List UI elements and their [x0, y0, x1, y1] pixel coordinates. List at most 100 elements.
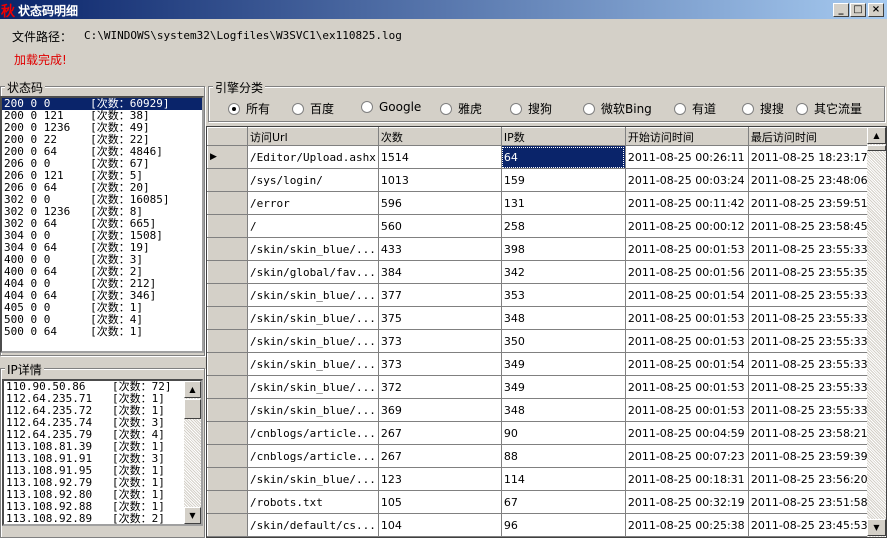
- table-cell[interactable]: 258: [500, 214, 626, 238]
- table-cell[interactable]: 159: [500, 168, 626, 192]
- table-cell[interactable]: 2011-08-25 23:55:33: [747, 329, 875, 353]
- row-header[interactable]: [207, 260, 248, 284]
- engine-radio[interactable]: 其它流量: [796, 100, 862, 117]
- row-header[interactable]: [207, 375, 248, 399]
- row-header[interactable]: [207, 352, 248, 376]
- table-cell[interactable]: 131: [500, 191, 626, 215]
- radio-circle-icon[interactable]: [674, 102, 686, 115]
- row-header[interactable]: [207, 214, 248, 238]
- table-row[interactable]: /skin/skin_blue/... 372 349 2011-08-25 00:0…: [207, 375, 875, 399]
- table-cell[interactable]: 2011-08-25 23:55:33: [747, 352, 875, 376]
- engine-radio[interactable]: 雅虎: [440, 100, 482, 117]
- minimize-button[interactable]: _: [833, 3, 849, 17]
- engine-radio[interactable]: Google: [361, 100, 421, 114]
- table-cell[interactable]: 2011-08-25 23:45:53: [747, 513, 875, 537]
- row-header[interactable]: [207, 237, 248, 261]
- table-row[interactable]: /cnblogs/article... 267 88 2011-08-25 00:07…: [207, 444, 875, 468]
- table-cell[interactable]: 105: [377, 490, 502, 514]
- status-code-item[interactable]: 500 0 64 [次数：1]: [2, 326, 202, 338]
- table-cell[interactable]: /skin/skin_blue/...: [247, 467, 379, 491]
- table-cell[interactable]: 2011-08-25 23:55:33: [747, 283, 875, 307]
- table-cell[interactable]: 67: [500, 490, 626, 514]
- ip-list-scrollbar[interactable]: ▲ ▼: [184, 381, 201, 524]
- data-grid[interactable]: 访问Url 次数 IP数 开始访问时间 最后访问时间 ▶/Editor/Upload.a…: [206, 126, 887, 538]
- row-header[interactable]: [207, 283, 248, 307]
- table-cell[interactable]: 398: [500, 237, 626, 261]
- ip-detail-list[interactable]: 110.90.50.86 [次数：72] 112.64.235.71 [次数：1]…: [2, 379, 203, 526]
- table-cell[interactable]: 2011-08-25 00:01:53: [624, 375, 749, 399]
- table-cell[interactable]: 64: [500, 145, 626, 169]
- table-cell[interactable]: 372: [377, 375, 502, 399]
- table-row[interactable]: /skin/skin_blue/... 433 398 2011-08-25 00:0…: [207, 237, 875, 261]
- row-header[interactable]: [207, 398, 248, 422]
- row-header[interactable]: [207, 306, 248, 330]
- table-cell[interactable]: /skin/skin_blue/...: [247, 398, 379, 422]
- table-cell[interactable]: 2011-08-25 23:55:33: [747, 306, 875, 330]
- table-row[interactable]: /560 258 2011-08-25 00:00:12 2011-08-25 23:…: [207, 214, 875, 238]
- table-cell[interactable]: /skin/skin_blue/...: [247, 283, 379, 307]
- maximize-button[interactable]: □: [850, 3, 866, 17]
- engine-radio[interactable]: 微软Bing: [583, 100, 652, 117]
- table-cell[interactable]: 349: [500, 352, 626, 376]
- table-cell[interactable]: 2011-08-25 00:01:53: [624, 398, 749, 422]
- column-header[interactable]: IP数: [500, 127, 626, 146]
- table-cell[interactable]: 2011-08-25 00:32:19: [624, 490, 749, 514]
- table-cell[interactable]: 114: [500, 467, 626, 491]
- table-cell[interactable]: 353: [500, 283, 626, 307]
- table-cell[interactable]: 384: [377, 260, 502, 284]
- table-cell[interactable]: 2011-08-25 23:48:06: [747, 168, 875, 192]
- table-cell[interactable]: 2011-08-25 23:58:45: [747, 214, 875, 238]
- radio-circle-icon[interactable]: [742, 102, 754, 115]
- row-header[interactable]: [207, 444, 248, 468]
- radio-circle-icon[interactable]: [361, 101, 373, 113]
- table-cell[interactable]: 2011-08-25 18:23:17: [747, 145, 875, 169]
- table-cell[interactable]: 2011-08-25 00:03:24: [624, 168, 749, 192]
- table-row[interactable]: /skin/skin_blue/... 375 348 2011-08-25 00:0…: [207, 306, 875, 330]
- table-row[interactable]: ▶/Editor/Upload.ashx 1514 64 2011-08-25 00:…: [207, 145, 875, 169]
- radio-circle-icon[interactable]: [796, 102, 808, 115]
- row-header[interactable]: ▶: [207, 145, 248, 169]
- table-cell[interactable]: 90: [500, 421, 626, 445]
- engine-radio[interactable]: 搜狗: [510, 100, 552, 117]
- row-header[interactable]: [207, 191, 248, 215]
- table-cell[interactable]: /cnblogs/article...: [247, 444, 379, 468]
- table-cell[interactable]: 433: [377, 237, 502, 261]
- table-cell[interactable]: 104: [377, 513, 502, 537]
- table-row[interactable]: /cnblogs/article... 267 90 2011-08-25 00:04…: [207, 421, 875, 445]
- table-cell[interactable]: /skin/skin_blue/...: [247, 306, 379, 330]
- table-row[interactable]: /skin/skin_blue/... 373 349 2011-08-25 00:0…: [207, 352, 875, 376]
- table-row[interactable]: /sys/login/1013 159 2011-08-25 00:03:24 201…: [207, 168, 875, 192]
- table-cell[interactable]: 2011-08-25 23:59:39: [747, 444, 875, 468]
- table-cell[interactable]: 267: [377, 421, 502, 445]
- table-cell[interactable]: 2011-08-25 23:58:21: [747, 421, 875, 445]
- table-row[interactable]: /robots.txt 105 67 2011-08-25 00:32:19 2011-…: [207, 490, 875, 514]
- table-cell[interactable]: /skin/skin_blue/...: [247, 329, 379, 353]
- grid-scrollbar[interactable]: ▲ ▼: [867, 127, 886, 537]
- grid-scroll-thumb[interactable]: [867, 145, 886, 151]
- close-button[interactable]: ×: [868, 3, 884, 17]
- table-cell[interactable]: 1514: [377, 145, 502, 169]
- table-cell[interactable]: /skin/default/cs...: [247, 513, 379, 537]
- table-cell[interactable]: 2011-08-25 00:25:38: [624, 513, 749, 537]
- table-cell[interactable]: 2011-08-25 23:55:33: [747, 375, 875, 399]
- table-cell[interactable]: 2011-08-25 00:18:31: [624, 467, 749, 491]
- engine-radio[interactable]: 搜搜: [742, 100, 784, 117]
- table-cell[interactable]: 2011-08-25 00:01:56: [624, 260, 749, 284]
- table-cell[interactable]: 2011-08-25 00:00:12: [624, 214, 749, 238]
- table-cell[interactable]: 2011-08-25 23:51:58: [747, 490, 875, 514]
- row-header[interactable]: [207, 490, 248, 514]
- table-cell[interactable]: 2011-08-25 23:56:20: [747, 467, 875, 491]
- table-cell[interactable]: /Editor/Upload.ashx: [247, 145, 379, 169]
- table-cell[interactable]: 349: [500, 375, 626, 399]
- status-code-list[interactable]: 200 0 0 [次数：60929] 200 0 121 [次数：38] 200 0…: [0, 96, 204, 353]
- table-cell[interactable]: 348: [500, 398, 626, 422]
- scroll-up-button[interactable]: ▲: [184, 381, 201, 398]
- column-header[interactable]: 访问Url: [247, 127, 379, 146]
- row-header[interactable]: [207, 467, 248, 491]
- table-cell[interactable]: /skin/skin_blue/...: [247, 237, 379, 261]
- table-row[interactable]: /skin/skin_blue/... 369 348 2011-08-25 00:0…: [207, 398, 875, 422]
- table-cell[interactable]: 2011-08-25 00:07:23: [624, 444, 749, 468]
- column-header[interactable]: 次数: [377, 127, 502, 146]
- radio-circle-icon[interactable]: [510, 102, 522, 115]
- column-header[interactable]: 最后访问时间: [747, 127, 875, 146]
